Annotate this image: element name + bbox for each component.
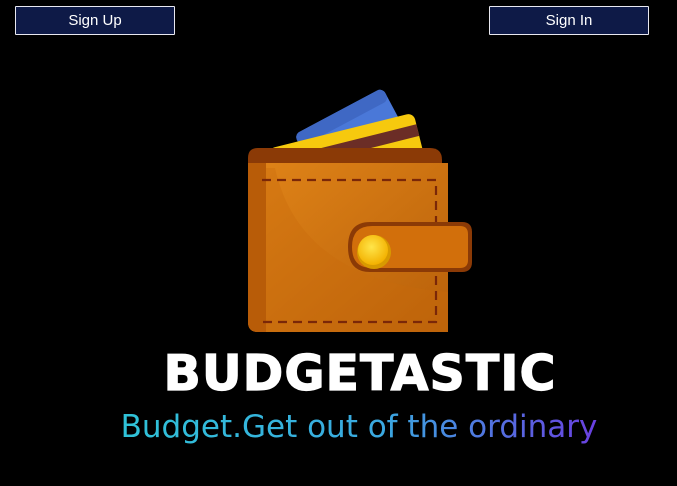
wallet-icon — [248, 89, 472, 332]
tagline: Budget.Get out of the ordinary — [121, 409, 598, 445]
budgetastic-logo: BUDGETASTIC Budget.Get out of the ordina… — [121, 89, 598, 445]
brand-name: BUDGETASTIC — [164, 345, 557, 402]
